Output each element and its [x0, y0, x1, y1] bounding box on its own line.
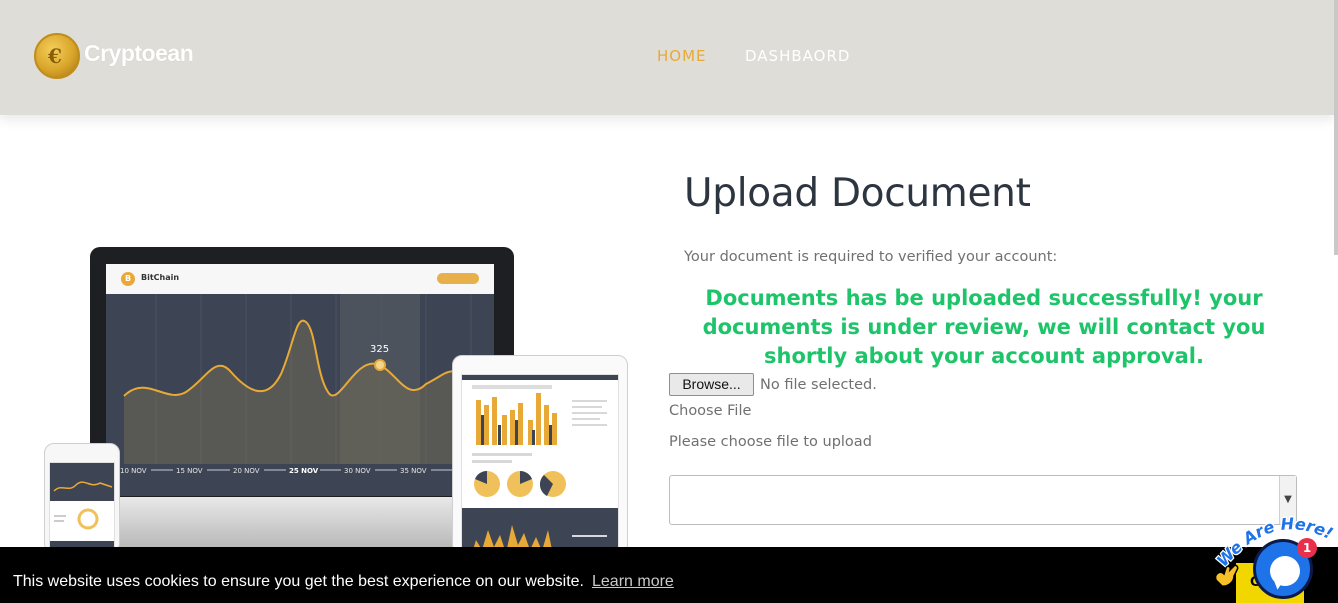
- site-header: € Cryptoean HOME DASHBAORD: [0, 0, 1334, 115]
- brand-name[interactable]: Cryptoean: [84, 40, 194, 67]
- devices-illustration: B BitChain 325 10 NOV 15 NOV 20 NOV 25 N…: [40, 240, 640, 564]
- x-tick-label: 35 NOV: [400, 467, 427, 475]
- tablet-mockup: [452, 355, 628, 564]
- chat-unread-badge: 1: [1297, 538, 1317, 558]
- x-tick-label: 15 NOV: [176, 467, 203, 475]
- scrollbar[interactable]: [1334, 0, 1338, 255]
- nav-home-link[interactable]: HOME: [657, 47, 707, 65]
- tablet-charts-graphic: [462, 375, 618, 563]
- x-tick-label: 30 NOV: [344, 467, 371, 475]
- monitor-screen: B BitChain 325 10 NOV 15 NOV 20 NOV 25 N…: [106, 264, 494, 496]
- intro-text: Your document is required to verified yo…: [684, 249, 1058, 265]
- x-tick-label: 20 NOV: [233, 467, 260, 475]
- file-label: Choose File: [669, 403, 752, 419]
- x-tick-label: 25 NOV: [289, 467, 319, 475]
- monitor-mockup: B BitChain 325 10 NOV 15 NOV 20 NOV 25 N…: [90, 247, 514, 547]
- x-tick-label: 10 NOV: [120, 467, 147, 475]
- learn-more-link[interactable]: Learn more: [592, 573, 674, 591]
- browse-file-button[interactable]: Browse...: [669, 373, 754, 396]
- page-title: Upload Document: [684, 171, 1031, 216]
- document-type-select[interactable]: ▼: [669, 475, 1297, 525]
- chart-point-value: 325: [370, 344, 389, 355]
- nav-dashboard-link[interactable]: DASHBAORD: [745, 47, 850, 65]
- monitor-stand: [90, 497, 514, 547]
- success-message: Documents has be uploaded successfully! …: [702, 286, 1266, 368]
- phone-charts-graphic: [50, 463, 114, 553]
- cookie-message: This website uses cookies to ensure you …: [13, 573, 584, 590]
- waving-hand-icon: [1214, 564, 1239, 587]
- file-status-text: No file selected.: [760, 377, 877, 393]
- phone-mockup: [44, 443, 120, 554]
- logo-coin-icon[interactable]: €: [34, 33, 80, 79]
- file-help-text: Please choose file to upload: [669, 434, 872, 450]
- chat-bubble-icon: [1270, 556, 1300, 586]
- price-chart-graphic: 325 10 NOV 15 NOV 20 NOV 25 NOV 30 NOV 3…: [116, 294, 494, 476]
